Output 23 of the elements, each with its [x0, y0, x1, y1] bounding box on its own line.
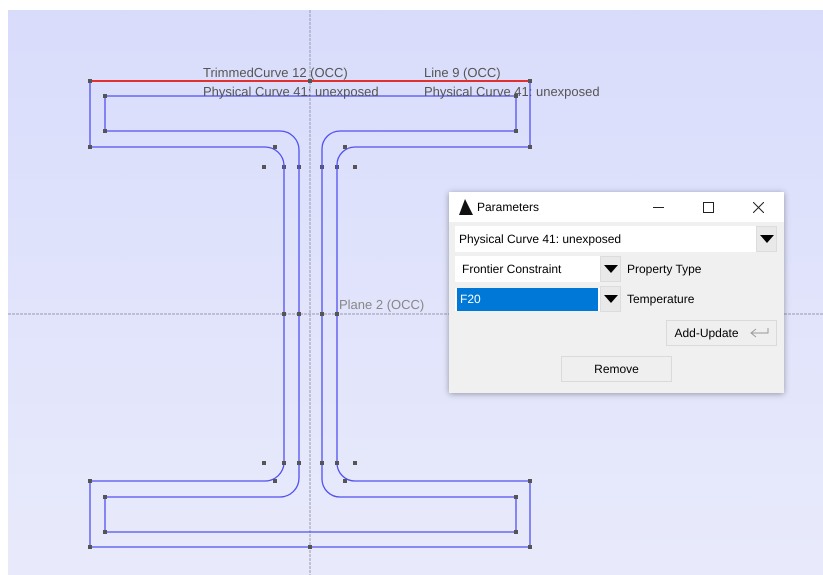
entity-label: Line 9 (OCC) — [424, 65, 501, 80]
dropdown-button[interactable] — [600, 286, 621, 312]
choice-field[interactable]: Frontier Constraint — [455, 256, 600, 282]
dropdown-button[interactable] — [756, 226, 777, 252]
graphics-canvas[interactable] — [8, 10, 823, 575]
entity-label: TrimmedCurve 12 (OCC) — [203, 65, 348, 80]
input-field[interactable]: F20 — [455, 288, 600, 310]
window-title: Parameters — [477, 200, 540, 214]
caret-icon — [604, 265, 618, 273]
caret-icon — [760, 235, 774, 243]
return-arrow-icon — [748, 327, 769, 339]
dropdown-button[interactable] — [600, 256, 621, 282]
group-select-field[interactable]: Physical Curve 41: unexposed — [455, 226, 756, 252]
app-logo-icon — [459, 199, 473, 215]
entity-label: Physical Curve 41: unexposed — [203, 84, 379, 99]
field-label: Temperature — [627, 292, 694, 306]
caret-icon — [604, 295, 618, 303]
remove-button[interactable]: Remove — [561, 356, 672, 382]
entity-label: Plane 2 (OCC) — [339, 297, 424, 312]
maximize-icon[interactable] — [703, 202, 714, 212]
field-label: Property Type — [627, 262, 702, 276]
add-update-button[interactable]: Add-Update — [666, 320, 777, 346]
close-icon[interactable] — [753, 202, 764, 212]
